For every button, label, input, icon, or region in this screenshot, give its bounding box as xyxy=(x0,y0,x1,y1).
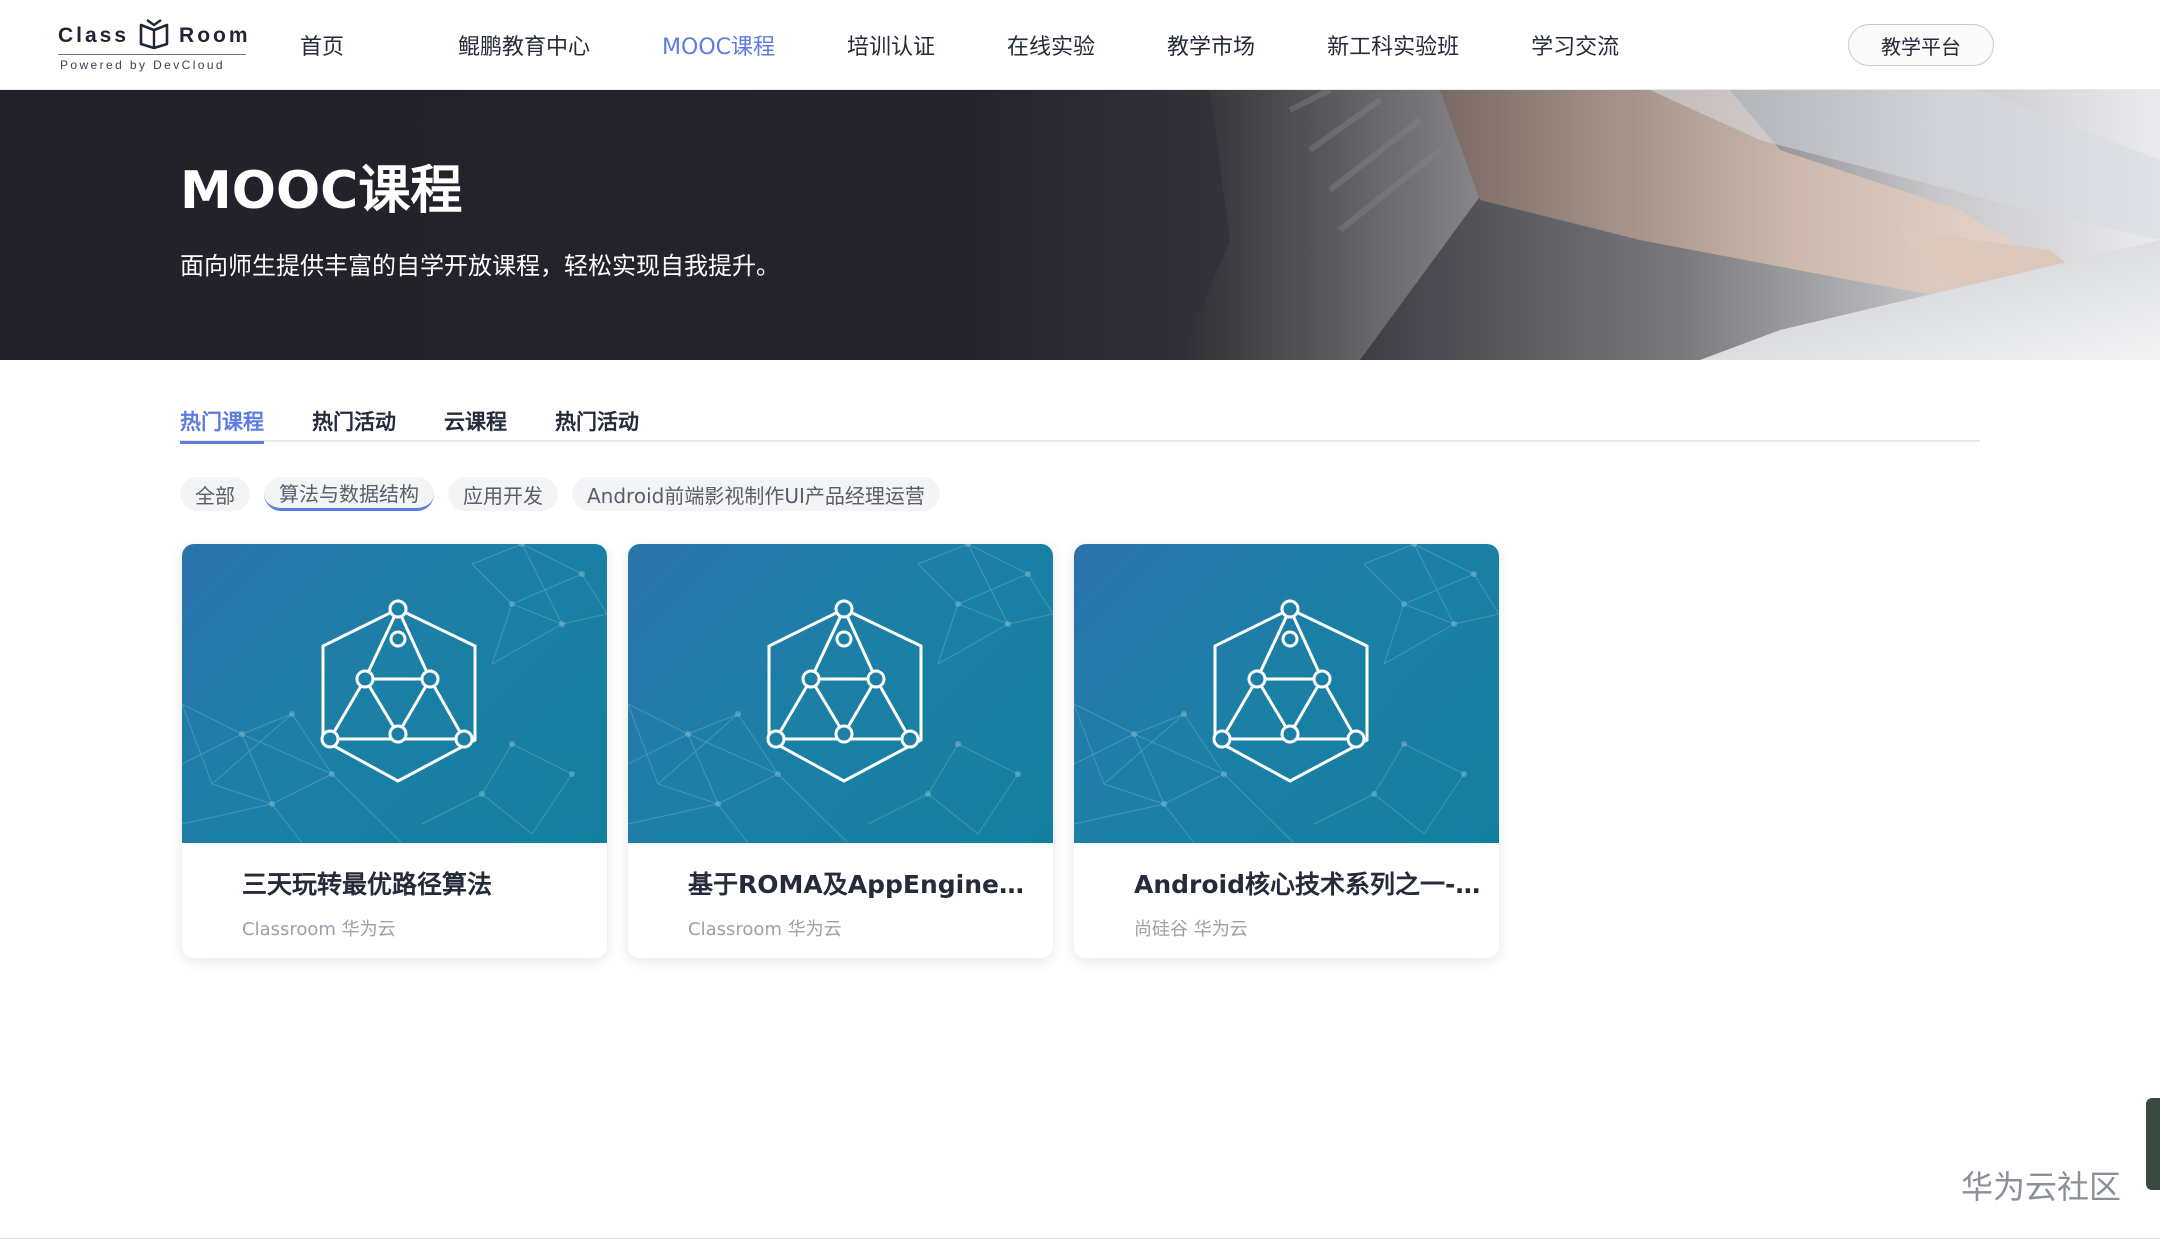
course-cover xyxy=(182,544,607,843)
main-nav: 首页 鲲鹏教育中心 MOOC课程 培训认证 在线实验 教学市场 新工科实验班 学… xyxy=(300,0,1691,90)
hero-banner: MOOC课程 面向师生提供丰富的自学开放课程，轻松实现自我提升。 xyxy=(0,90,2160,360)
logo-wordmark: Class Room xyxy=(58,16,248,56)
filter-algorithms-data-structures[interactable]: 算法与数据结构 xyxy=(264,477,434,511)
teaching-platform-button[interactable]: 教学平台 xyxy=(1848,24,1994,66)
logo-subtitle: Powered by DevCloud xyxy=(60,58,225,72)
course-card-list: 三天玩转最优路径算法 Classroom 华为云 基于ROMA及AppEngin… xyxy=(182,544,1520,958)
category-filters: 全部 算法与数据结构 应用开发 Android前端影视制作UI产品经理运营 xyxy=(180,476,954,512)
course-title: 基于ROMA及AppEngine告警通知系统开发 xyxy=(688,870,1039,899)
nav-mooc[interactable]: MOOC课程 xyxy=(662,29,775,61)
network-graph-icon xyxy=(628,544,1053,843)
nav-training-certification[interactable]: 培训认证 xyxy=(847,29,935,61)
course-provider: Classroom 华为云 xyxy=(688,919,842,940)
course-card[interactable]: 三天玩转最优路径算法 Classroom 华为云 xyxy=(182,544,607,958)
side-drawer-handle[interactable] xyxy=(2146,1098,2160,1190)
tab-cloud-courses[interactable]: 云课程 xyxy=(444,392,507,442)
filter-android-misc[interactable]: Android前端影视制作UI产品经理运营 xyxy=(572,477,940,511)
nav-new-engineering-class[interactable]: 新工科实验班 xyxy=(1327,29,1459,61)
course-tabs: 热门课程 热门活动 云课程 热门活动 xyxy=(180,392,1980,444)
tab-hot-courses[interactable]: 热门课程 xyxy=(180,392,264,444)
banner-photo-illustration xyxy=(1180,90,2160,360)
logo-text-left: Class xyxy=(58,24,130,47)
book-icon xyxy=(137,16,171,56)
banner-subtitle: 面向师生提供丰富的自学开放课程，轻松实现自我提升。 xyxy=(180,252,780,280)
nav-online-lab[interactable]: 在线实验 xyxy=(1007,29,1095,61)
filter-app-development[interactable]: 应用开发 xyxy=(448,477,558,511)
course-title: 三天玩转最优路径算法 xyxy=(242,870,493,899)
filter-all[interactable]: 全部 xyxy=(180,477,250,511)
course-provider: Classroom 华为云 xyxy=(242,919,396,940)
course-provider: 尚硅谷 华为云 xyxy=(1134,919,1248,940)
page-bottom-divider xyxy=(0,1238,2160,1239)
nav-learning-exchange[interactable]: 学习交流 xyxy=(1531,29,1619,61)
nav-teaching-market[interactable]: 教学市场 xyxy=(1167,29,1255,61)
network-graph-icon xyxy=(182,544,607,843)
nav-home[interactable]: 首页 xyxy=(300,29,344,61)
course-card[interactable]: Android核心技术系列之一-初识Android 尚硅谷 华为云 xyxy=(1074,544,1499,958)
nav-kunpeng-education[interactable]: 鲲鹏教育中心 xyxy=(458,29,590,61)
network-graph-icon xyxy=(1074,544,1499,843)
tab-hot-activities[interactable]: 热门活动 xyxy=(312,392,396,442)
course-title: Android核心技术系列之一-初识Android xyxy=(1134,870,1485,899)
course-cover xyxy=(1074,544,1499,843)
course-card[interactable]: 基于ROMA及AppEngine告警通知系统开发 Classroom 华为云 xyxy=(628,544,1053,958)
logo-divider xyxy=(58,54,246,55)
logo-text-right: Room xyxy=(179,24,251,47)
huaweicloud-community-watermark: 华为云社区 xyxy=(1961,1168,2122,1206)
course-cover xyxy=(628,544,1053,843)
banner-title: MOOC课程 xyxy=(180,161,463,221)
classroom-logo[interactable]: Class Room Powered by DevCloud xyxy=(58,14,248,76)
tab-hot-activities-2[interactable]: 热门活动 xyxy=(555,392,639,442)
top-header: Class Room Powered by DevCloud 首页 鲲鹏教育中心… xyxy=(0,0,2160,90)
